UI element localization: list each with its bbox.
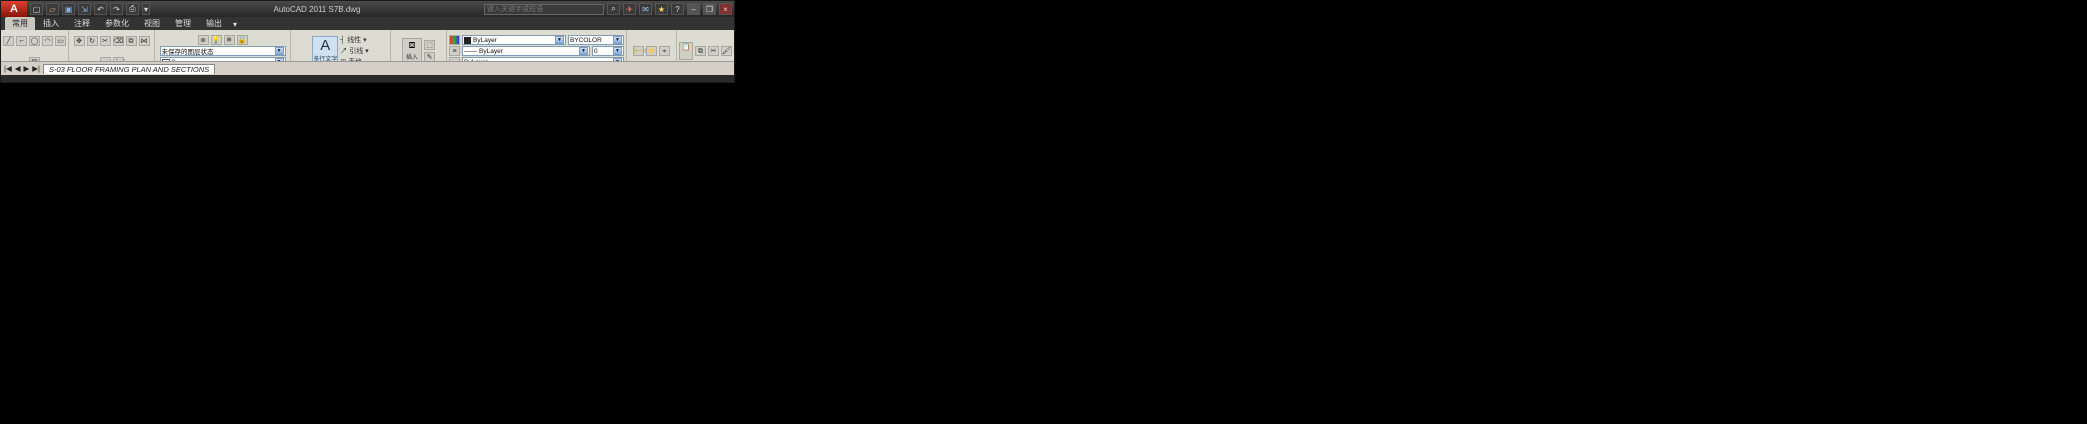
- erase-icon[interactable]: ⌫: [113, 36, 124, 46]
- application-menu-button[interactable]: A: [1, 1, 27, 17]
- autocad-titlebar[interactable]: A ▢ ▱ ▣ ⇲ ↶ ↷ ⎙ ▾ AutoCAD 2011 S7B.dwg ⌕…: [1, 1, 734, 17]
- circle-icon[interactable]: ◯: [29, 36, 40, 46]
- tab-parametric[interactable]: 参数化: [98, 17, 136, 30]
- arc-icon[interactable]: ◠: [42, 36, 53, 46]
- next-layout-icon[interactable]: ▶: [24, 64, 30, 73]
- rectangle-icon[interactable]: ▭: [55, 36, 66, 46]
- first-layout-icon[interactable]: |◀: [4, 64, 12, 73]
- active-layout-tab[interactable]: S-03 FLOOR FRAMING PLAN AND SECTIONS: [43, 64, 215, 74]
- tab-annotate[interactable]: 注释: [67, 17, 97, 30]
- object-color-icon[interactable]: [449, 35, 460, 45]
- layer-state-combo[interactable]: 未保存的图层状态▼: [160, 46, 286, 56]
- layer-properties-icon[interactable]: ≣: [198, 35, 209, 45]
- line-icon[interactable]: ╱: [3, 36, 14, 46]
- measure-icon[interactable]: ⊢⊣: [633, 46, 644, 56]
- tab-overflow-icon[interactable]: ▾: [230, 19, 240, 30]
- lineweight-combo[interactable]: ——ByLayer▼: [462, 46, 590, 56]
- create-block-icon[interactable]: ⬚: [424, 40, 435, 50]
- tab-insert[interactable]: 插入: [36, 17, 66, 30]
- close-button[interactable]: ×: [719, 3, 732, 15]
- plot-style-combo[interactable]: BYCOLOR▼: [568, 35, 624, 45]
- trim-icon[interactable]: ✂: [100, 36, 111, 46]
- transparency-combo[interactable]: 0▼: [592, 46, 624, 56]
- quick-select-icon[interactable]: ⚡: [646, 46, 657, 56]
- move-icon[interactable]: ✥: [74, 36, 85, 46]
- tab-manage[interactable]: 管理: [168, 17, 198, 30]
- qat-new-icon[interactable]: ▢: [30, 3, 43, 15]
- tab-home[interactable]: 常用: [5, 17, 35, 30]
- lineweight-icon[interactable]: ≡: [449, 46, 460, 56]
- copy-icon[interactable]: ⧉: [126, 36, 137, 46]
- tab-view[interactable]: 视图: [137, 17, 167, 30]
- qat-dropdown-icon[interactable]: ▾: [142, 3, 150, 15]
- paste-icon[interactable]: 📋: [679, 42, 693, 60]
- favorites-icon[interactable]: ★: [655, 3, 668, 15]
- layer-lock-icon[interactable]: 🔒: [237, 35, 248, 45]
- search-icon[interactable]: ⌕: [607, 3, 620, 15]
- polyline-icon[interactable]: ⌐: [16, 36, 27, 46]
- layout-tab-bar: |◀ ◀ ▶ ▶| S-03 FLOOR FRAMING PLAN AND SE…: [1, 61, 735, 75]
- mirror-icon[interactable]: ⋈: [139, 36, 150, 46]
- last-layout-icon[interactable]: ▶|: [32, 64, 40, 73]
- qat-undo-icon[interactable]: ↶: [94, 3, 107, 15]
- color-combo[interactable]: ByLayer▼: [462, 35, 566, 45]
- cut-clip-icon[interactable]: ✂: [708, 46, 719, 56]
- autocad-window: A ▢ ▱ ▣ ⇲ ↶ ↷ ⎙ ▾ AutoCAD 2011 S7B.dwg ⌕…: [0, 0, 735, 83]
- qat-save-icon[interactable]: ▣: [62, 3, 75, 15]
- match-properties-icon[interactable]: 🖌: [721, 46, 732, 56]
- communication-center-icon[interactable]: ✉: [639, 3, 652, 15]
- ribbon-tab-bar: 常用 插入 注释 参数化 视图 管理 输出 ▾: [1, 17, 734, 30]
- search-input[interactable]: [484, 4, 604, 15]
- qat-redo-icon[interactable]: ↷: [110, 3, 123, 15]
- layer-freeze-icon[interactable]: ❄: [224, 35, 235, 45]
- exchange-icon[interactable]: ✈: [623, 3, 636, 15]
- qat-plot-icon[interactable]: ⎙: [126, 3, 139, 15]
- prev-layout-icon[interactable]: ◀: [15, 64, 21, 73]
- palette-title-strip: × 图纸集管理器: [1, 82, 14, 83]
- layer-off-icon[interactable]: 💡: [211, 35, 222, 45]
- rotate-icon[interactable]: ↻: [87, 36, 98, 46]
- qat-open-icon[interactable]: ▱: [46, 3, 59, 15]
- help-icon[interactable]: ?: [671, 3, 684, 15]
- dimension-row[interactable]: ┤ 线性 ▾: [340, 35, 368, 45]
- id-point-icon[interactable]: ⌖: [659, 46, 670, 56]
- tab-output[interactable]: 输出: [199, 17, 229, 30]
- vertical-scrollbar[interactable]: ▲ ▼: [723, 82, 735, 83]
- restore-button[interactable]: ❐: [703, 3, 716, 15]
- window-title: AutoCAD 2011 S7B.dwg: [153, 5, 481, 14]
- drawing-area[interactable]: ⊟ ⊠: [161, 82, 723, 83]
- minimize-button[interactable]: –: [687, 3, 700, 15]
- window-bottom-edge: [1, 75, 735, 82]
- qat-saveas-icon[interactable]: ⇲: [78, 3, 91, 15]
- leader-row[interactable]: ↗ 引线 ▾: [340, 46, 368, 56]
- sheet-set-manager: IRD Addition▼ ↻ ✉ ⎙ 图纸 ⊡ ▴ IRD Addition …: [14, 82, 147, 83]
- copy-clip-icon[interactable]: ⧉: [695, 46, 706, 56]
